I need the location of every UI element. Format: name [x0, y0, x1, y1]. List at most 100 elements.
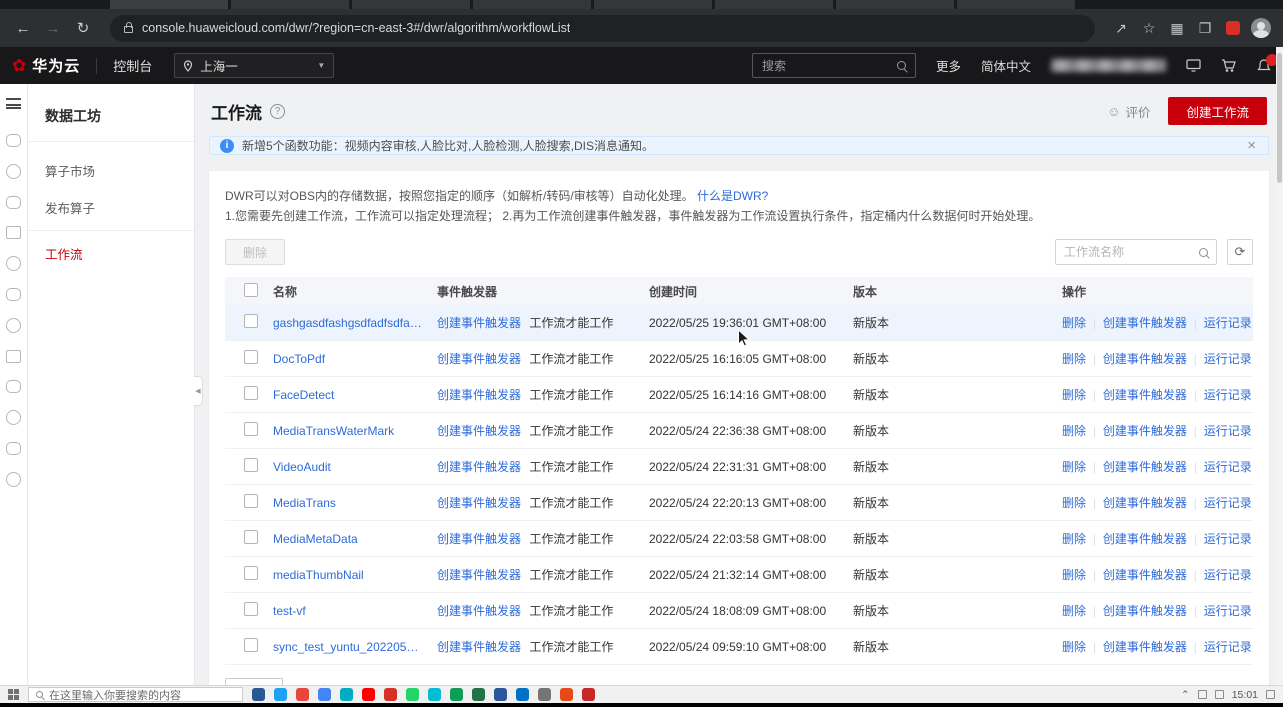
- cart-icon[interactable]: [1221, 58, 1237, 73]
- action-create-trigger-link[interactable]: 创建事件触发器: [1103, 604, 1187, 618]
- browser-profile-avatar[interactable]: [1249, 16, 1273, 40]
- browser-tab[interactable]: [352, 0, 470, 9]
- share-icon[interactable]: ↗: [1109, 16, 1133, 40]
- browser-tab[interactable]: [715, 0, 833, 9]
- taskbar-app-icon[interactable]: [516, 688, 529, 701]
- language-selector[interactable]: 简体中文: [981, 56, 1031, 75]
- create-trigger-link[interactable]: 创建事件触发器: [437, 496, 521, 510]
- tray-icon[interactable]: [1214, 690, 1224, 699]
- browser-tab[interactable]: [110, 0, 228, 9]
- action-create-trigger-link[interactable]: 创建事件触发器: [1103, 532, 1187, 546]
- action-run-records-link[interactable]: 运行记录: [1204, 388, 1252, 402]
- taskbar-app-icon[interactable]: [494, 688, 507, 701]
- action-create-trigger-link[interactable]: 创建事件触发器: [1103, 640, 1187, 654]
- console-search[interactable]: [751, 53, 916, 78]
- service-icon[interactable]: [6, 196, 21, 209]
- action-run-records-link[interactable]: 运行记录: [1204, 352, 1252, 366]
- notification-bell-icon[interactable]: [1257, 53, 1278, 73]
- taskbar-app-icon[interactable]: [318, 688, 331, 701]
- workflow-name-link[interactable]: MediaMetaData: [273, 532, 425, 546]
- row-checkbox[interactable]: [244, 386, 258, 400]
- select-all-checkbox[interactable]: [244, 282, 258, 297]
- feedback-button[interactable]: ☺ 评价: [1107, 102, 1150, 121]
- extensions-icon[interactable]: ▦: [1165, 16, 1189, 40]
- browser-tab[interactable]: [231, 0, 349, 9]
- account-name-blurred[interactable]: [1051, 59, 1166, 72]
- action-delete-link[interactable]: 删除: [1062, 640, 1086, 654]
- monitor-icon[interactable]: [1186, 59, 1201, 72]
- taskbar-app-icon[interactable]: [406, 688, 419, 701]
- clock[interactable]: 15:01: [1232, 689, 1258, 701]
- create-trigger-link[interactable]: 创建事件触发器: [437, 568, 521, 582]
- action-create-trigger-link[interactable]: 创建事件触发器: [1103, 568, 1187, 582]
- row-checkbox[interactable]: [244, 494, 258, 508]
- browser-tab[interactable]: [957, 0, 1075, 9]
- notification-center-icon[interactable]: [1266, 690, 1275, 699]
- action-create-trigger-link[interactable]: 创建事件触发器: [1103, 460, 1187, 474]
- pinned-extension-icon[interactable]: [1221, 16, 1245, 40]
- create-trigger-link[interactable]: 创建事件触发器: [437, 460, 521, 474]
- workflow-search[interactable]: [1055, 239, 1217, 265]
- action-create-trigger-link[interactable]: 创建事件触发器: [1103, 496, 1187, 510]
- service-icon[interactable]: [6, 226, 21, 239]
- workflow-name-link[interactable]: VideoAudit: [273, 460, 425, 474]
- service-icon[interactable]: [6, 134, 21, 147]
- row-checkbox[interactable]: [244, 530, 258, 544]
- service-icon[interactable]: [6, 350, 21, 363]
- what-is-dwr-link[interactable]: 什么是DWR?: [697, 189, 768, 203]
- sidebar-collapse-handle[interactable]: ◀: [194, 376, 203, 406]
- scrollbar-thumb[interactable]: [1277, 53, 1282, 183]
- create-trigger-link[interactable]: 创建事件触发器: [437, 352, 521, 366]
- close-icon[interactable]: ×: [1245, 137, 1258, 154]
- row-checkbox[interactable]: [244, 458, 258, 472]
- create-trigger-link[interactable]: 创建事件触发器: [437, 604, 521, 618]
- service-icon[interactable]: [6, 256, 21, 271]
- taskbar-app-icon[interactable]: [582, 688, 595, 701]
- forward-icon[interactable]: →: [40, 15, 66, 41]
- create-trigger-link[interactable]: 创建事件触发器: [437, 388, 521, 402]
- action-create-trigger-link[interactable]: 创建事件触发器: [1103, 388, 1187, 402]
- workflow-name-link[interactable]: mediaThumbNail: [273, 568, 425, 582]
- console-link[interactable]: 控制台: [113, 56, 152, 75]
- taskbar-app-icon[interactable]: [384, 688, 397, 701]
- taskbar-app-icon[interactable]: [296, 688, 309, 701]
- browser-tab[interactable]: [473, 0, 591, 9]
- workflow-name-link[interactable]: DocToPdf: [273, 352, 425, 366]
- action-create-trigger-link[interactable]: 创建事件触发器: [1103, 352, 1187, 366]
- refresh-button[interactable]: ⟳: [1227, 239, 1253, 265]
- help-icon[interactable]: ?: [270, 103, 285, 119]
- more-menu[interactable]: 更多: [936, 56, 961, 75]
- action-delete-link[interactable]: 删除: [1062, 352, 1086, 366]
- service-icon[interactable]: [6, 164, 21, 179]
- service-icon[interactable]: [6, 410, 21, 425]
- taskbar-app-icon[interactable]: [252, 688, 265, 701]
- workflow-name-link[interactable]: MediaTransWaterMark: [273, 424, 425, 438]
- taskbar-app-icon[interactable]: [560, 688, 573, 701]
- delete-button[interactable]: 删除: [225, 239, 286, 265]
- action-delete-link[interactable]: 删除: [1062, 604, 1086, 618]
- row-checkbox[interactable]: [244, 314, 258, 328]
- action-run-records-link[interactable]: 运行记录: [1204, 532, 1252, 546]
- taskbar-app-icon[interactable]: [362, 688, 375, 701]
- service-icon[interactable]: [6, 318, 21, 333]
- action-run-records-link[interactable]: 运行记录: [1204, 568, 1252, 582]
- windows-start-icon[interactable]: [8, 689, 19, 700]
- action-run-records-link[interactable]: 运行记录: [1204, 316, 1252, 330]
- sidebar-item-workflow[interactable]: 工作流: [28, 235, 194, 272]
- menu-icon[interactable]: [6, 98, 21, 109]
- action-run-records-link[interactable]: 运行记录: [1204, 424, 1252, 438]
- taskbar-app-icon[interactable]: [472, 688, 485, 701]
- taskbar-app-icon[interactable]: [538, 688, 551, 701]
- workflow-name-link[interactable]: test-vf: [273, 604, 425, 618]
- service-icon[interactable]: [6, 380, 21, 393]
- action-delete-link[interactable]: 删除: [1062, 568, 1086, 582]
- console-search-input[interactable]: [761, 58, 889, 73]
- reload-icon[interactable]: ↻: [70, 15, 96, 41]
- action-run-records-link[interactable]: 运行记录: [1204, 604, 1252, 618]
- taskbar-app-icon[interactable]: [274, 688, 287, 701]
- row-checkbox[interactable]: [244, 422, 258, 436]
- action-delete-link[interactable]: 删除: [1062, 496, 1086, 510]
- action-create-trigger-link[interactable]: 创建事件触发器: [1103, 424, 1187, 438]
- tray-expand-icon[interactable]: ⌃: [1181, 689, 1190, 701]
- row-checkbox[interactable]: [244, 350, 258, 364]
